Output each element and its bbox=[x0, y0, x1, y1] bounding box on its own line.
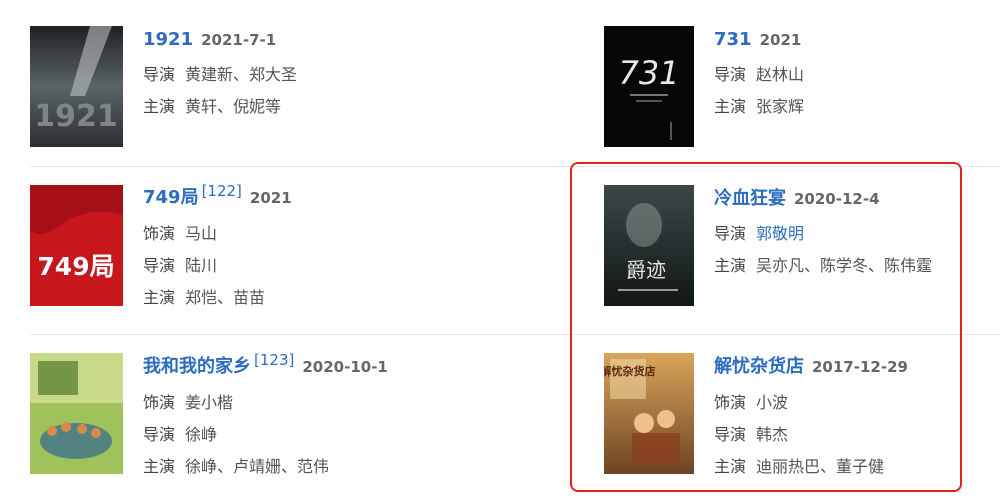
film-date: 2021-7-1 bbox=[201, 31, 277, 49]
film-heading: 1921 2021-7-1 bbox=[143, 28, 276, 52]
people-list: 徐峥、卢靖姗、范伟 bbox=[185, 457, 330, 476]
people-list: 黄建新、郑大圣 bbox=[185, 65, 298, 84]
people-list: 马山 bbox=[185, 224, 218, 243]
credit-row: 主演 郑恺、苗苗 bbox=[143, 287, 265, 309]
poster-731-text: 731 bbox=[618, 54, 679, 92]
role-label: 导演 bbox=[143, 65, 176, 84]
role-label: 主演 bbox=[143, 97, 176, 116]
film-date: 2021 bbox=[759, 31, 802, 49]
credit-row: 导演 徐峥 bbox=[143, 424, 217, 446]
poster-731[interactable]: 731 bbox=[604, 26, 694, 147]
film-heading: 749局 [122] 2021 bbox=[143, 184, 292, 210]
role-label: 饰演 bbox=[143, 224, 176, 243]
people-list: 郑恺、苗苗 bbox=[185, 288, 266, 307]
people-list: 徐峥 bbox=[185, 425, 218, 444]
credit-row: 主演 徐峥、卢靖姗、范伟 bbox=[143, 456, 329, 478]
citation-link[interactable]: [122] bbox=[202, 182, 242, 200]
film-title-link[interactable]: 749局 bbox=[143, 187, 199, 208]
film-title-link[interactable]: 我和我的家乡 bbox=[143, 356, 251, 377]
poster-1921-text: 1921 bbox=[34, 99, 118, 134]
role-label: 主演 bbox=[143, 457, 176, 476]
poster-749[interactable]: 749局 bbox=[30, 185, 123, 306]
poster-749-text: 749局 bbox=[37, 252, 114, 281]
poster-my-hometown[interactable] bbox=[30, 353, 123, 474]
film-date: 2021 bbox=[249, 189, 292, 207]
credit-row: 主演 黄轩、倪妮等 bbox=[143, 96, 281, 118]
citation-link[interactable]: [123] bbox=[254, 351, 294, 369]
people-list: 赵林山 bbox=[756, 65, 805, 84]
people-list: 黄轩、倪妮等 bbox=[185, 97, 282, 116]
credit-row: 饰演 姜小楷 bbox=[143, 392, 233, 414]
film-date: 2020-10-1 bbox=[302, 358, 388, 376]
poster-1921[interactable]: 1921 bbox=[30, 26, 123, 147]
credit-row: 导演 黄建新、郑大圣 bbox=[143, 64, 297, 86]
credit-row: 主演 张家辉 bbox=[714, 96, 804, 118]
highlight-box bbox=[570, 162, 962, 492]
people-list: 姜小楷 bbox=[185, 393, 234, 412]
film-heading: 我和我的家乡 [123] 2020-10-1 bbox=[143, 353, 388, 379]
film-title-link[interactable]: 1921 bbox=[143, 29, 193, 50]
film-title-link[interactable]: 731 bbox=[714, 29, 752, 50]
people-list: 陆川 bbox=[185, 256, 218, 275]
credit-row: 导演 赵林山 bbox=[714, 64, 804, 86]
people-list: 张家辉 bbox=[756, 97, 805, 116]
credit-row: 导演 陆川 bbox=[143, 255, 217, 277]
role-label: 饰演 bbox=[143, 393, 176, 412]
credit-row: 饰演 马山 bbox=[143, 223, 217, 245]
role-label: 导演 bbox=[143, 425, 176, 444]
role-label: 主演 bbox=[143, 288, 176, 307]
role-label: 导演 bbox=[143, 256, 176, 275]
role-label: 主演 bbox=[714, 97, 747, 116]
role-label: 导演 bbox=[714, 65, 747, 84]
film-heading: 731 2021 bbox=[714, 28, 801, 52]
